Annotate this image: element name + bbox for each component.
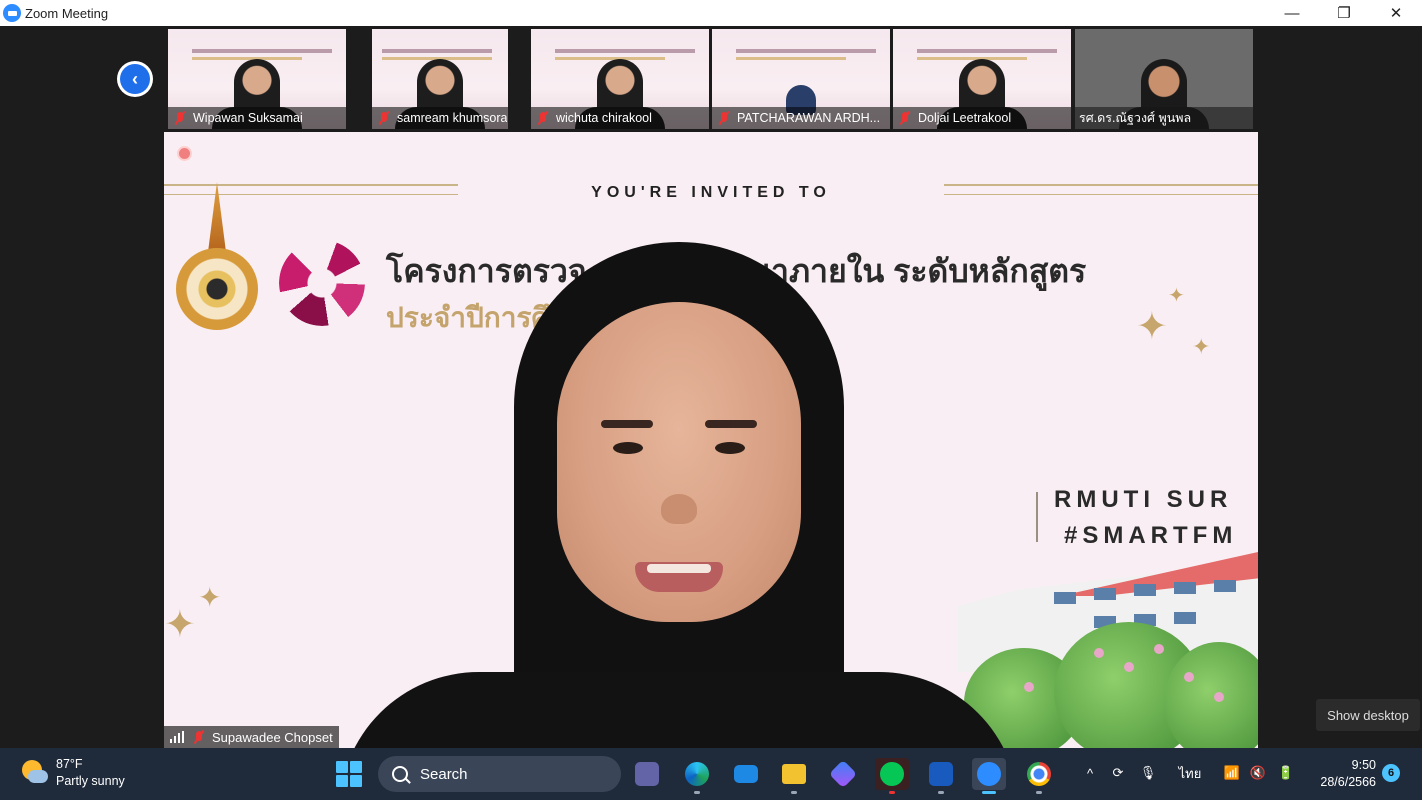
slide-campus-label: RMUTI SUR	[1054, 486, 1233, 513]
connection-signal-icon	[170, 731, 184, 743]
line-icon	[880, 762, 904, 786]
participant-nameplate: PATCHARAWAN ARDH...	[712, 107, 890, 129]
participant-tile[interactable]: Wipawan Suksamai	[168, 29, 346, 129]
previous-page-button[interactable]: ‹	[117, 61, 153, 97]
sparkle-icon: ✦	[1136, 306, 1168, 348]
recording-indicator-icon	[177, 146, 192, 161]
presenter-nameplate: Supawadee Chopset	[164, 726, 339, 748]
edge-icon	[685, 762, 709, 786]
minimize-button[interactable]: —	[1266, 0, 1318, 26]
taskbar-app-line[interactable]	[875, 758, 909, 794]
weather-temperature: 87°F	[56, 757, 83, 771]
taskbar-app-zoom[interactable]	[972, 758, 1006, 794]
participant-name: samream khumsora	[397, 111, 508, 125]
participant-name: wichuta chirakool	[556, 111, 652, 125]
presenter-name: Supawadee Chopset	[212, 729, 333, 745]
participant-nameplate: Wipawan Suksamai	[168, 107, 346, 129]
mic-muted-icon	[173, 111, 187, 125]
chrome-icon	[1027, 762, 1051, 786]
notification-badge[interactable]: 6	[1382, 764, 1400, 782]
mic-muted-icon	[717, 111, 731, 125]
sparkle-icon: ✦	[198, 582, 222, 613]
participant-nameplate: รศ.ดร.ณัฐวงศ์ พูนพล	[1075, 107, 1253, 129]
clock-time: 9:50	[1351, 758, 1376, 772]
participant-tile[interactable]: รศ.ดร.ณัฐวงศ์ พูนพล	[1075, 29, 1253, 129]
folder-icon	[782, 764, 806, 784]
close-button[interactable]: ✕	[1370, 0, 1422, 26]
taskbar-app-edge[interactable]	[680, 758, 714, 794]
slide-heading: YOU'RE INVITED TO	[591, 184, 831, 201]
mail-icon	[734, 765, 758, 783]
clock-date: 28/6/2566	[1320, 775, 1376, 789]
weather-widget[interactable]: 87°F Partly sunny	[18, 756, 125, 790]
university-seal-icon	[174, 182, 260, 332]
participant-tile[interactable]: wichuta chirakool	[531, 29, 709, 129]
participant-tile[interactable]: samream khumsora	[372, 29, 508, 129]
mic-muted-icon	[898, 111, 912, 125]
mic-muted-icon	[377, 111, 391, 125]
participant-name: Doljai Leetrakool	[918, 111, 1012, 125]
participant-name: Wipawan Suksamai	[193, 111, 303, 125]
partly-sunny-icon	[18, 758, 48, 788]
slide-hashtag: #SMARTFM	[1064, 522, 1238, 549]
participant-nameplate: samream khumsora	[372, 107, 508, 129]
wifi-icon[interactable]: 📶	[1222, 762, 1242, 784]
battery-icon[interactable]: 🔋	[1276, 762, 1296, 784]
sparkle-icon: ✦	[1192, 334, 1211, 359]
copilot-icon	[828, 759, 858, 789]
sparkle-icon: ✦	[164, 604, 196, 646]
system-clock[interactable]: 9:50 28/6/2566	[1320, 757, 1376, 791]
sync-icon[interactable]: ⟳	[1108, 762, 1128, 784]
taskbar-app-word[interactable]	[924, 758, 958, 794]
title-bar: Zoom Meeting — ❐ ✕	[0, 0, 1422, 26]
mic-muted-icon	[536, 111, 550, 125]
taskbar-app-teams[interactable]	[630, 758, 664, 790]
presenter-video	[339, 242, 1019, 748]
microphone-icon[interactable]: 🎙	[1138, 762, 1158, 784]
sparkle-icon: ✦	[1168, 285, 1185, 307]
participant-nameplate: Doljai Leetrakool	[893, 107, 1071, 129]
meeting-area: ‹ Wipawan Suksamai samream khumsora wich…	[0, 26, 1422, 748]
chevron-up-icon[interactable]: ^	[1082, 762, 1098, 784]
participant-tile[interactable]: Doljai Leetrakool	[893, 29, 1071, 129]
search-icon	[392, 766, 408, 782]
windows-start-icon[interactable]	[336, 761, 362, 787]
show-desktop-tooltip: Show desktop	[1316, 699, 1420, 731]
participant-tile[interactable]: PATCHARAWAN ARDH...	[712, 29, 890, 129]
input-language[interactable]: ไทย	[1176, 762, 1204, 784]
taskbar-app-copilot[interactable]	[826, 758, 860, 790]
chevron-left-icon: ‹	[120, 64, 150, 94]
taskbar: 87°F Partly sunny Search ^ ⟳ 🎙 ไทย 📶 🔇 🔋…	[0, 748, 1422, 800]
taskbar-app-mail[interactable]	[729, 758, 763, 790]
divider	[1036, 492, 1038, 542]
window-title: Zoom Meeting	[25, 5, 109, 21]
participant-nameplate: wichuta chirakool	[531, 107, 709, 129]
teams-icon	[635, 762, 659, 786]
mic-muted-icon	[192, 730, 206, 744]
taskbar-search[interactable]: Search	[378, 756, 621, 792]
participant-name: PATCHARAWAN ARDH...	[737, 111, 881, 125]
taskbar-app-chrome[interactable]	[1022, 758, 1056, 794]
main-video[interactable]: YOU'RE INVITED TO โครงการตรวจ ภาพการศึกษ…	[164, 132, 1258, 748]
weather-description: Partly sunny	[56, 774, 125, 788]
zoom-icon	[3, 4, 21, 22]
maximize-button[interactable]: ❐	[1318, 0, 1370, 26]
volume-muted-icon[interactable]: 🔇	[1248, 762, 1268, 784]
participant-name: รศ.ดร.ณัฐวงศ์ พูนพล	[1079, 111, 1192, 125]
search-label: Search	[420, 765, 468, 783]
taskbar-app-file-explorer[interactable]	[777, 758, 811, 794]
zoom-icon	[977, 762, 1001, 786]
word-icon	[929, 762, 953, 786]
